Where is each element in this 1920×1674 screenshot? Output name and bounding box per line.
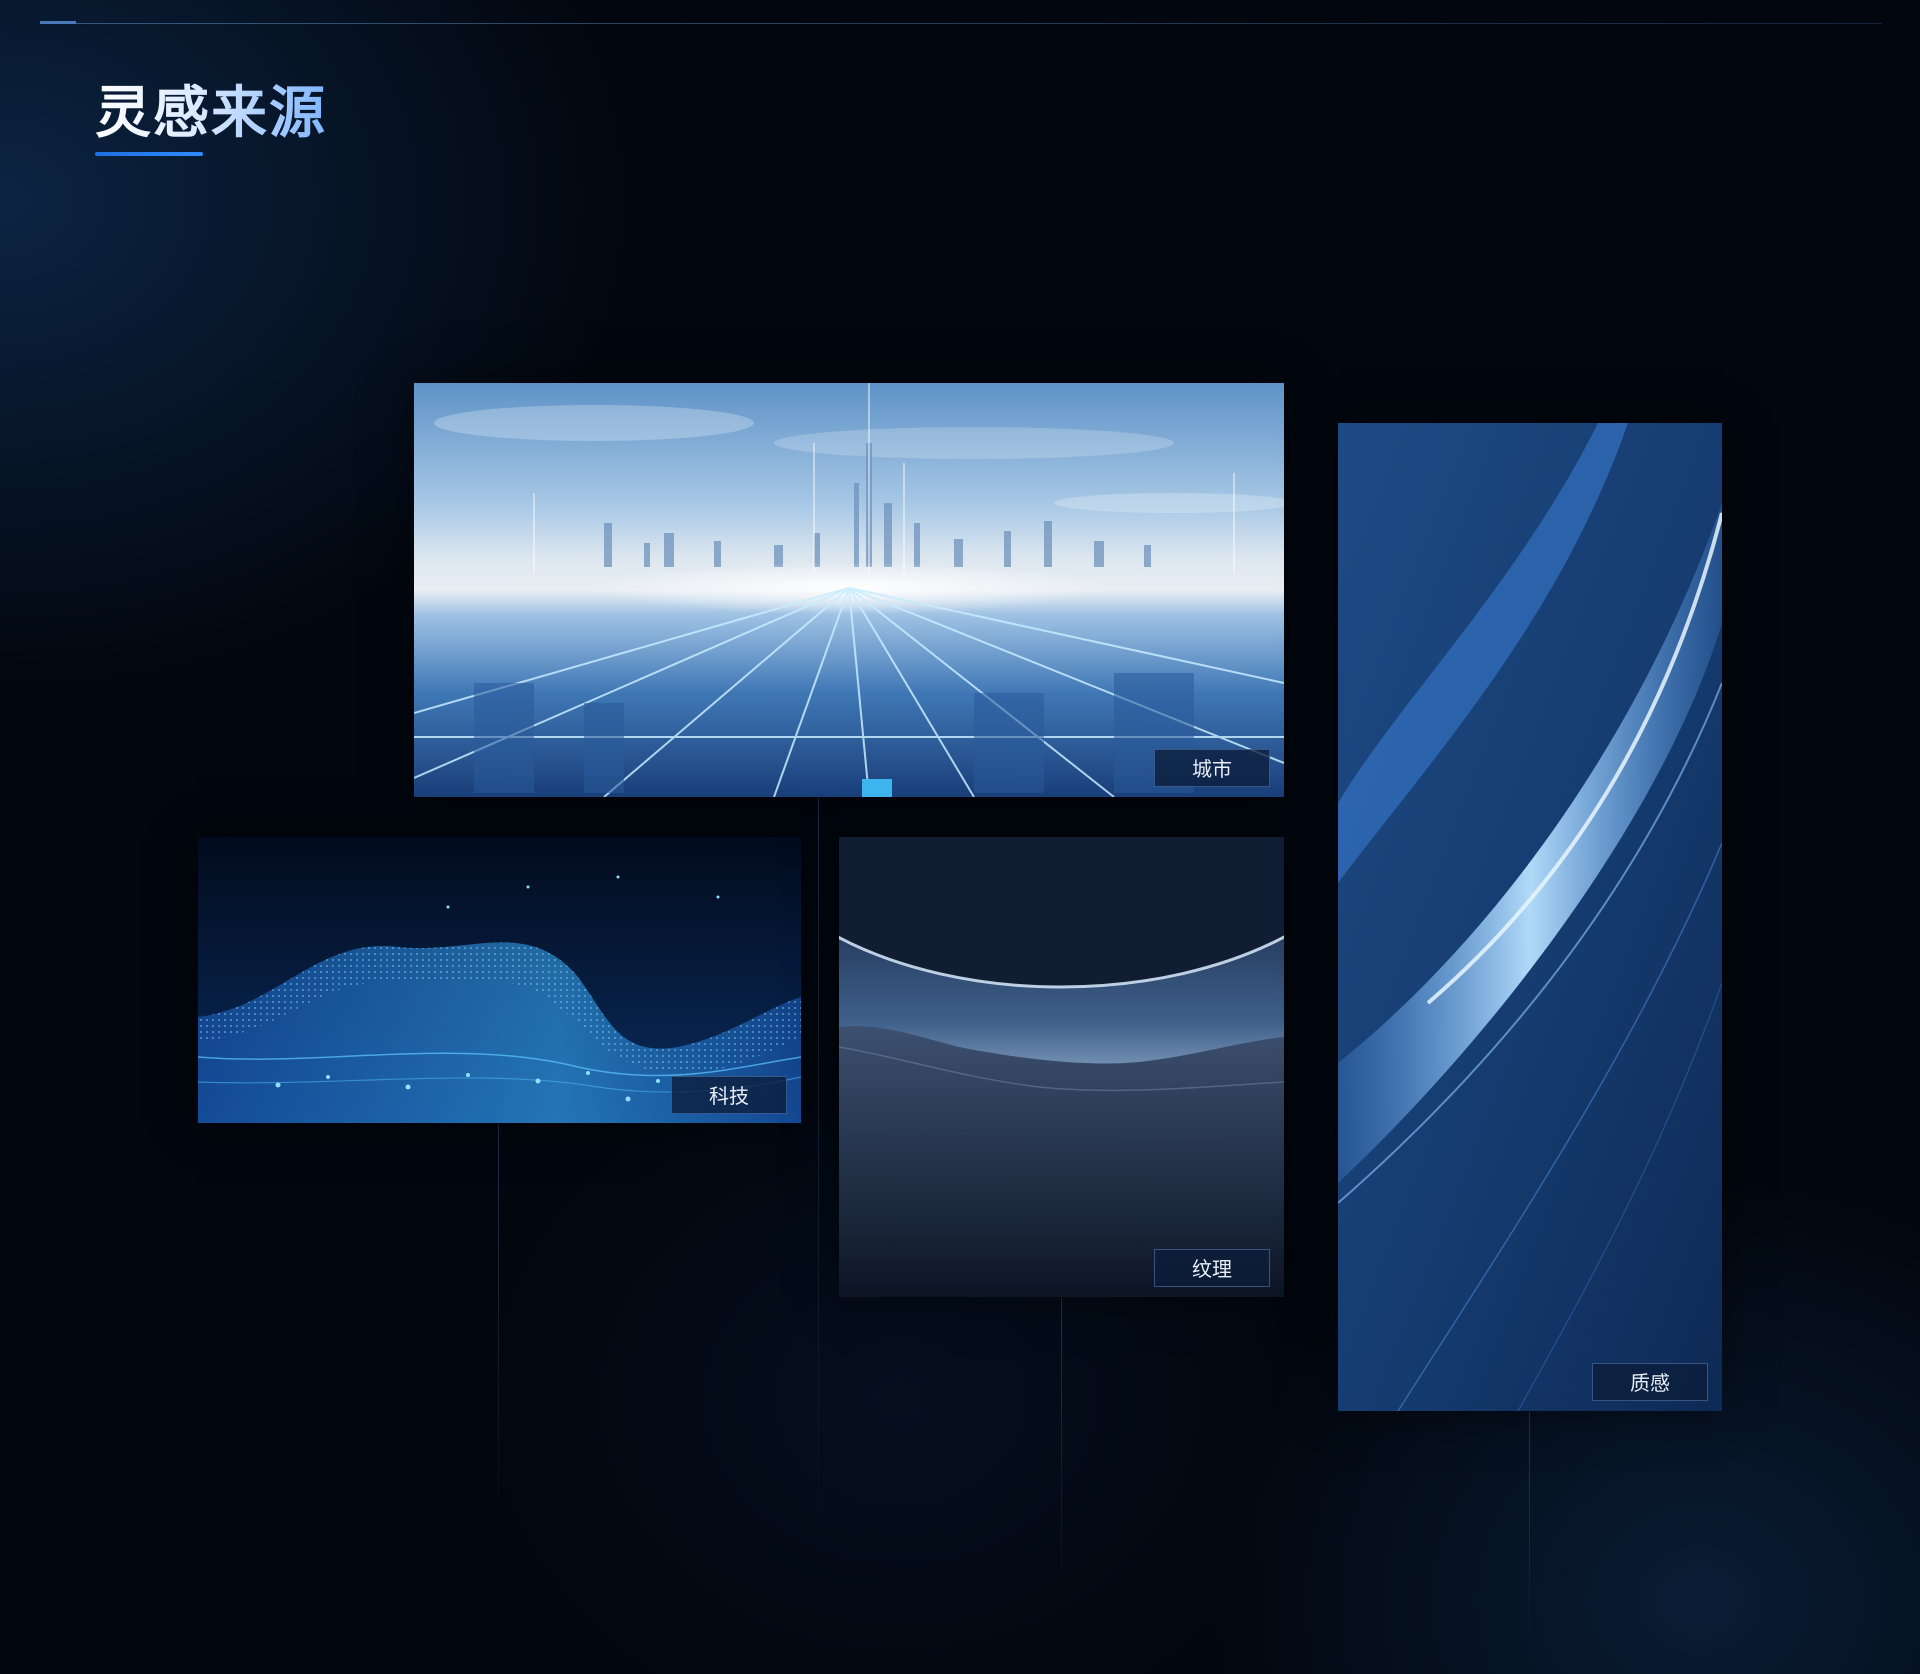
top-divider xyxy=(40,23,1882,24)
inspiration-card-material[interactable]: 质感 xyxy=(1338,423,1722,1411)
inspiration-card-tech[interactable]: 科技 xyxy=(198,837,801,1123)
inspiration-card-texture[interactable]: 纹理 xyxy=(839,837,1284,1297)
guide-line xyxy=(498,1124,499,1554)
inspiration-card-city[interactable]: 城市 xyxy=(414,383,1284,797)
guide-line xyxy=(1529,1412,1530,1662)
card-label-texture: 纹理 xyxy=(1154,1249,1270,1287)
card-label-city: 城市 xyxy=(1154,749,1270,787)
texture-landscape-image xyxy=(839,837,1284,1297)
material-silk-image xyxy=(1338,423,1722,1411)
city-skyline-image xyxy=(414,383,1284,797)
card-label-material: 质感 xyxy=(1592,1363,1708,1401)
card-label-tech: 科技 xyxy=(671,1076,787,1114)
guide-line xyxy=(818,798,819,1578)
page-title: 灵感来源 xyxy=(95,78,327,150)
top-divider-accent xyxy=(40,21,76,24)
title-underline xyxy=(95,152,203,156)
guide-line xyxy=(1061,1298,1062,1608)
